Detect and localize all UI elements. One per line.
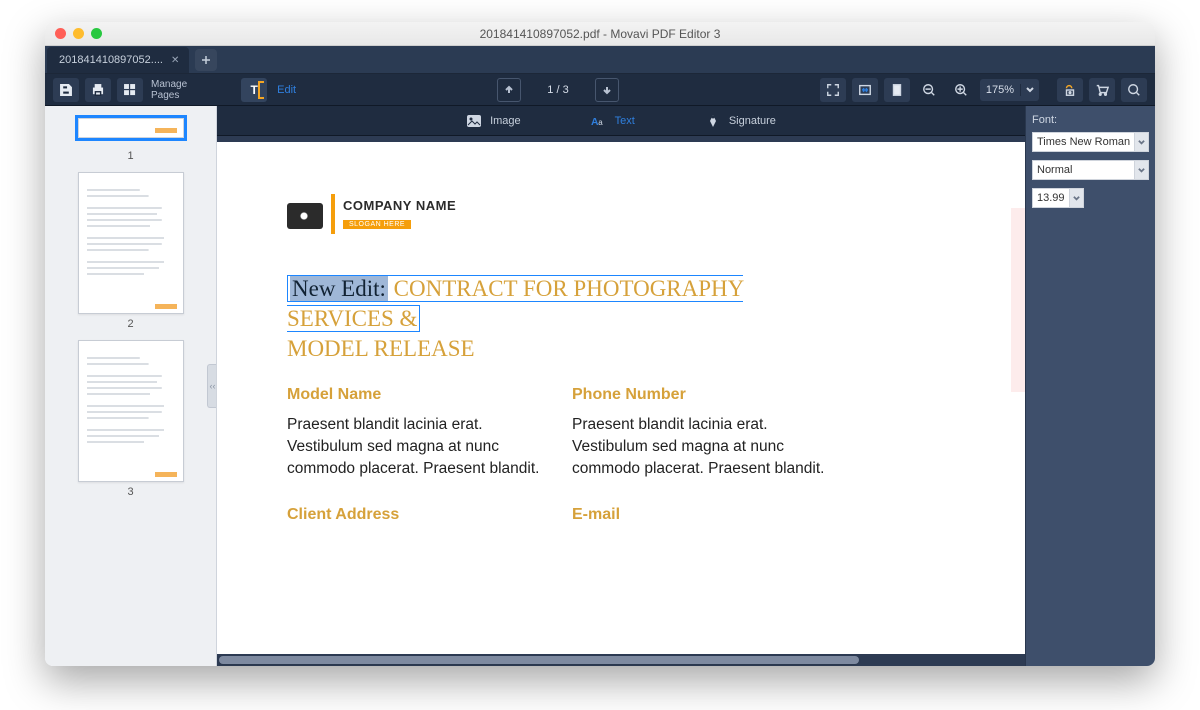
title-line2: MODEL RELEASE [287,336,475,361]
insert-image-label: Image [490,115,521,127]
titlebar: 201841410897052.pdf - Movavi PDF Editor … [45,22,1155,46]
document-viewer: Image Aa Text Signature [217,106,1025,666]
insert-signature-button[interactable]: Signature [705,113,776,129]
font-panel: Font: Times New Roman Normal 13.99 [1025,106,1155,666]
zoom-out-button[interactable] [916,78,942,102]
document-title[interactable]: New Edit: CONTRACT FOR PHOTOGRAPHY SERVI… [287,274,827,364]
svg-text:a: a [598,118,603,127]
font-family-select[interactable]: Times New Roman [1032,132,1149,152]
tab-strip: 201841410897052.... ✕ [45,46,1155,74]
fullscreen-button[interactable] [820,78,846,102]
prev-page-button[interactable] [497,78,521,102]
page-scroll-area[interactable]: COMPANY NAME SLOGAN HERE New Edit: CONTR… [217,142,1025,666]
page-thumbnail-3[interactable] [78,340,184,482]
search-button[interactable] [1121,78,1147,102]
new-tab-button[interactable] [195,49,217,71]
company-logo: COMPANY NAME SLOGAN HERE [287,194,1017,234]
page-navigation: 1 / 3 [497,78,619,102]
close-tab-icon[interactable]: ✕ [171,55,179,66]
edited-text: New Edit: [290,276,388,301]
app-window: 201841410897052.pdf - Movavi PDF Editor … [45,22,1155,666]
edit-mode-label: Edit [277,84,296,96]
field-text: Praesent blandit lacinia erat. Vestibulu… [572,414,827,480]
font-panel-label: Font: [1032,114,1149,126]
cart-button[interactable] [1089,78,1115,102]
logo-slogan: SLOGAN HERE [343,220,411,229]
insert-text-label: Text [615,115,635,127]
chevron-down-icon [1021,86,1039,94]
document-tab[interactable]: 201841410897052.... ✕ [47,47,189,73]
next-page-button[interactable] [595,78,619,102]
scrollbar-thumb[interactable] [219,656,859,664]
field-heading-phone: Phone Number [572,386,827,404]
document-tab-label: 201841410897052.... [59,54,163,66]
zoom-select[interactable]: 175% [980,79,1039,101]
field-heading-model-name: Model Name [287,386,542,404]
fit-width-button[interactable] [852,78,878,102]
save-button[interactable] [53,78,79,102]
page-thumbnail-2[interactable] [78,172,184,314]
field-heading-email: E-mail [572,506,827,524]
horizontal-scrollbar[interactable] [217,654,1025,666]
font-size-value: 13.99 [1037,192,1065,204]
insert-text-button[interactable]: Aa Text [591,113,635,129]
insert-signature-label: Signature [729,115,776,127]
zoom-value: 175% [980,84,1021,96]
main-toolbar: Manage Pages T Edit 1 / 3 [45,74,1155,106]
collapse-sidebar-button[interactable]: ‹‹ [207,364,217,408]
insert-image-button[interactable]: Image [466,113,521,129]
page-thumbnail-1[interactable] [78,118,184,138]
field-text: Praesent blandit lacinia erat. Vestibulu… [287,414,542,480]
chevron-down-icon [1134,161,1148,179]
chevron-down-icon [1069,189,1083,207]
thumbnail-number: 3 [127,486,133,498]
unlock-button[interactable] [1057,78,1083,102]
manage-pages-button[interactable]: Manage Pages [151,79,187,101]
contact-card: Photograph M Large 3175 Richa Stockton C… [1011,208,1025,392]
logo-name: COMPANY NAME [343,198,456,213]
chevron-down-icon [1134,133,1148,151]
page-indicator[interactable]: 1 / 3 [533,84,583,96]
pdf-page[interactable]: COMPANY NAME SLOGAN HERE New Edit: CONTR… [217,142,1025,666]
font-weight-value: Normal [1037,164,1072,176]
thumbnails-toggle-button[interactable] [117,78,143,102]
font-size-select[interactable]: 13.99 [1032,188,1084,208]
font-weight-select[interactable]: Normal [1032,160,1149,180]
field-heading-client-address: Client Address [287,506,542,524]
zoom-in-button[interactable] [948,78,974,102]
thumbnail-sidebar: 1 2 3 ‹‹ [45,106,217,666]
camera-icon [287,199,323,229]
window-title: 201841410897052.pdf - Movavi PDF Editor … [45,27,1155,41]
edit-toolbar: Image Aa Text Signature [217,106,1025,136]
thumbnail-number: 2 [127,318,133,330]
print-button[interactable] [85,78,111,102]
edit-text-tool[interactable]: T [241,78,267,102]
text-edit-selection[interactable]: New Edit: CONTRACT FOR PHOTOGRAPHY SERVI… [287,275,743,332]
font-family-value: Times New Roman [1037,136,1130,148]
fit-page-button[interactable] [884,78,910,102]
thumbnail-number: 1 [127,150,133,162]
